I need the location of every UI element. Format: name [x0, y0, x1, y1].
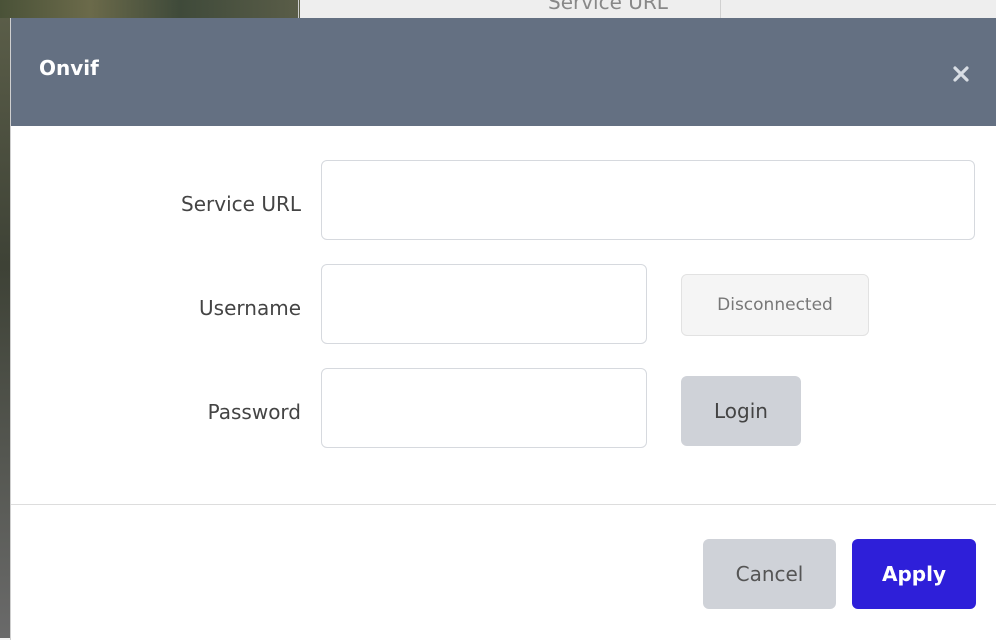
service-url-input[interactable] [321, 160, 975, 240]
dialog-header: Onvif [11, 18, 996, 126]
apply-button[interactable]: Apply [852, 539, 976, 609]
close-x-icon [953, 66, 969, 82]
dialog-body: Service URL Username Disconnected Passwo… [11, 126, 996, 506]
background-partial-label: Service URL [548, 0, 668, 14]
onvif-dialog: Onvif Service URL Username Disconnected … [10, 18, 996, 640]
connection-status-badge: Disconnected [681, 274, 869, 336]
close-button[interactable] [947, 60, 975, 88]
dialog-title: Onvif [39, 56, 99, 80]
background-image-thumbnail [0, 0, 300, 18]
background-left-edge [0, 18, 10, 638]
password-label: Password [207, 400, 301, 424]
service-url-label: Service URL [181, 192, 301, 216]
login-button[interactable]: Login [681, 376, 801, 446]
password-input[interactable] [321, 368, 647, 448]
footer-divider [11, 504, 996, 505]
username-input[interactable] [321, 264, 647, 344]
background-divider [298, 0, 299, 18]
username-label: Username [199, 296, 301, 320]
background-divider [720, 0, 721, 18]
cancel-button[interactable]: Cancel [703, 539, 836, 609]
